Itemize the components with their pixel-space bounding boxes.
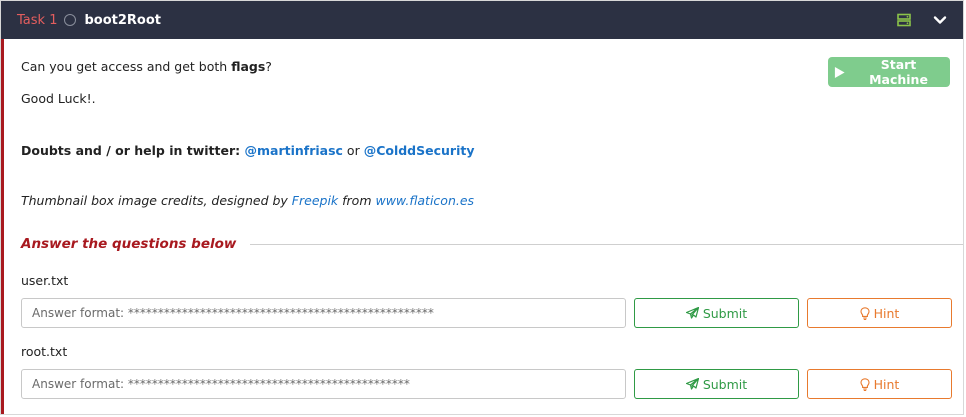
task-description-line: Can you get access and get both flags? [21,59,272,74]
lightbulb-icon [860,306,870,320]
answer-input-root[interactable] [21,369,626,399]
paper-plane-icon [685,378,699,390]
good-luck-text: Good Luck!. [21,91,96,106]
text: from [338,193,376,208]
question-label: root.txt [21,344,68,359]
flaticon-link[interactable]: www.flaticon.es [375,193,474,208]
task-status-circle-icon [64,14,77,26]
task-title: boot2Root [84,12,161,28]
submit-button[interactable]: Submit [634,298,799,328]
play-icon [834,66,845,78]
header-actions [897,13,947,27]
task-panel: Task 1 boot2Root Can you get access and … [0,0,964,415]
text: or [342,143,364,158]
start-machine-button[interactable]: Start Machine [828,57,950,87]
answer-section-heading: Answer the questions below [21,236,963,252]
submit-label: Submit [702,376,748,392]
task-number: Task 1 [17,12,58,28]
paper-plane-icon [685,307,699,319]
hint-button[interactable]: Hint [807,298,952,328]
text: ? [265,59,272,74]
hint-label: Hint [873,305,900,321]
lightbulb-icon [860,377,870,391]
task-body: Can you get access and get both flags? G… [1,39,963,414]
text: Can you get access and get both [21,59,232,74]
hint-label: Hint [873,376,900,392]
chevron-down-icon[interactable] [933,13,947,27]
text: Thumbnail box image credits, designed by [21,193,292,208]
twitter-help-line: Doubts and / or help in twitter: @martin… [21,143,475,158]
freepik-link[interactable]: Freepik [292,193,338,208]
submit-label: Submit [702,305,748,321]
task-header[interactable]: Task 1 boot2Root [1,1,963,39]
twitter-link-martinfriasc[interactable]: @martinfriasc [244,143,342,158]
text: Doubts and / or help in twitter: [21,143,245,158]
bold-text: flags [231,59,266,74]
submit-button[interactable]: Submit [634,369,799,399]
divider [250,243,963,245]
answer-heading: Answer the questions below [21,236,237,252]
hint-button[interactable]: Hint [807,369,952,399]
answer-input-user[interactable] [21,298,626,328]
question-label: user.txt [21,273,69,288]
twitter-link-colddsecurity[interactable]: @ColddSecurity [364,143,475,158]
server-icon[interactable] [897,13,911,27]
thumbnail-credits-line: Thumbnail box image credits, designed by… [21,193,474,208]
start-machine-label: Start Machine [869,57,928,87]
